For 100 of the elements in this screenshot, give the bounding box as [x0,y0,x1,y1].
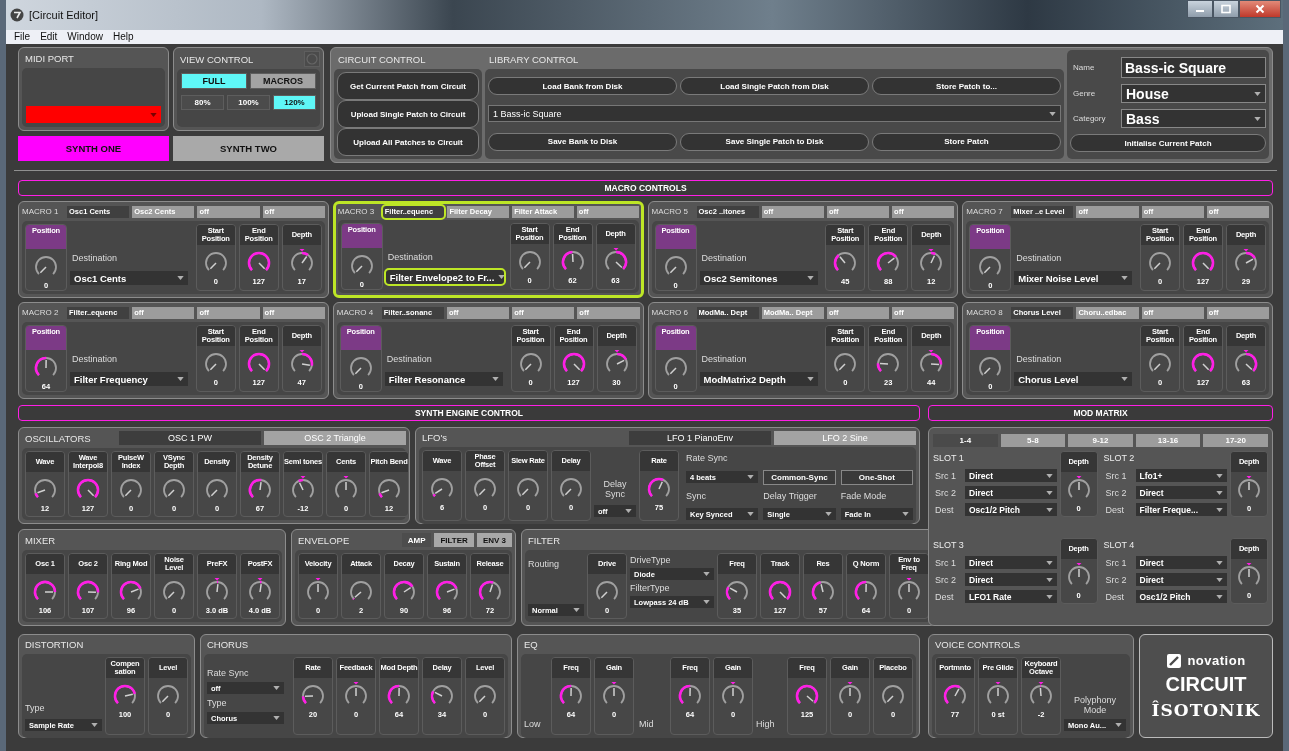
caret-icon [1121,377,1129,381]
caret-icon [703,572,710,576]
field-label: Src 1 [1104,557,1128,568]
synth-tab[interactable]: SYNTH TWO [173,136,324,161]
tab[interactable]: OSC 1 PW [119,431,261,445]
action-button[interactable]: Store Patch [872,132,1061,151]
menu-item[interactable]: Window [63,30,107,44]
maximize-button[interactable] [1213,0,1239,18]
dropdown[interactable]: Filter Resonance [384,372,503,386]
dropdown[interactable]: Osc2 Semitones [699,271,818,285]
action-button[interactable]: Save Single Patch to Disk [680,132,869,151]
app-icon [10,8,24,22]
caret-icon [1216,560,1223,565]
mode-button[interactable]: Common-Sync [763,469,836,485]
panel-title: MIDI PORT [24,52,75,66]
dropdown[interactable]: Direct [965,573,1057,586]
macro-title: MACRO 1 [22,207,60,216]
caret-icon [573,608,580,612]
caret-icon [1115,723,1122,727]
maker-name: ÎSOTONIK [1151,699,1261,720]
slot-title: SLOT 3 [933,539,965,550]
field-label: Destination [700,354,748,364]
menu-item[interactable]: File [10,30,35,44]
synth-tab[interactable]: SYNTH ONE [18,136,169,161]
minimize-button[interactable] [1187,0,1213,18]
action-button[interactable]: Upload Single Patch to Circuit [337,100,479,128]
action-button[interactable]: Store Patch to... [872,77,1061,96]
tab[interactable]: 1-4 [933,434,998,447]
toggle-button[interactable] [304,51,320,67]
field-label: Routing [528,559,561,569]
circle-icon [306,53,318,65]
field-label: Sync [686,491,707,501]
tab[interactable]: AMP [401,533,432,547]
caret-icon [177,377,184,381]
dropdown[interactable]: Direct [1135,556,1227,569]
dropdown[interactable]: Filter Freque... [1135,503,1227,516]
macro-title: MACRO 4 [336,308,375,317]
dropdown[interactable]: Direct [1135,573,1227,586]
close-button[interactable] [1239,0,1281,18]
field-label: Src 2 [934,574,957,585]
dropdown[interactable]: Filter Frequency [70,372,188,386]
field-label: Type [207,698,228,708]
dropdown[interactable]: Osc1 Cents [70,271,188,285]
action-button[interactable]: Upload All Patches to Circuit [337,128,479,156]
caret-icon [1045,473,1053,478]
dropdown[interactable]: Bass [1121,109,1266,128]
mode-button[interactable]: One-Shot [840,469,913,485]
field-label: FilterType [630,583,671,593]
zoom-button[interactable]: 120% [273,95,316,110]
dropdown[interactable]: Osc1/2 Pitch [1135,590,1227,603]
product-name: CIRCUIT [1165,672,1247,696]
caret-icon [1216,577,1223,582]
action-button[interactable]: Get Current Patch from Circuit [337,72,479,100]
field-label: Polyphony Mode [1073,695,1117,715]
tab[interactable]: FILTER [434,533,474,547]
dropdown[interactable]: 1 Bass-ic Square [488,105,1061,123]
menu-item[interactable]: Help [108,30,138,44]
field-label: Rate Sync [207,668,250,678]
zoom-button[interactable]: 80% [181,95,224,110]
dropdown[interactable]: ModMatrix2 Depth [699,372,818,386]
dropdown[interactable]: Direct [1135,486,1227,499]
dropdown[interactable]: Direct [965,556,1057,569]
caret-icon [806,276,814,280]
dropdown[interactable]: House [1121,84,1266,103]
dropdown[interactable]: Osc1/2 Pitch [965,503,1057,516]
dropdown[interactable]: Chorus Level [1014,372,1133,386]
dropdown[interactable]: Lfo1+ [1135,469,1227,482]
caret-icon [625,509,632,513]
field-label: Rate Sync [686,453,729,463]
field-label: High [756,719,776,731]
tab[interactable]: ENV 3 [476,533,512,547]
action-button[interactable]: Load Bank from Disk [488,77,677,96]
caret-icon [1254,91,1261,96]
view-mode-button[interactable]: FULL [181,73,247,89]
dropdown[interactable]: Direct [965,469,1057,482]
field-label: Src 1 [934,470,957,481]
action-button[interactable]: Load Single Patch from Disk [680,77,869,96]
action-button[interactable]: Initialise Current Patch [1070,134,1266,152]
macro-title: MACRO 2 [22,308,60,317]
close-icon [1255,4,1265,14]
action-button[interactable]: Save Bank to Disk [488,132,677,151]
dropdown[interactable]: LFO1 Rate [965,590,1057,603]
dropdown[interactable]: Filter Envelope2 to Fr... [385,270,504,284]
caret-icon [1216,594,1223,599]
tab[interactable]: LFO 1 PianoEnv [629,430,771,445]
caret-icon [1045,507,1053,512]
field-label: Src 1 [1104,470,1128,481]
dropdown[interactable]: Direct [965,486,1057,499]
panel-title: CHORUS [206,638,250,652]
dropdown[interactable]: Mixer Noise Level [1014,271,1133,285]
caret-icon [1216,507,1223,512]
field-label: Destination [386,252,434,262]
panel-title: OSCILLATORS [24,431,92,446]
caret-icon [177,276,184,280]
caret-icon [902,512,909,516]
field-label: Destination [71,253,119,263]
name-field[interactable]: Bass-ic Square [1121,57,1266,78]
menu-item[interactable]: Edit [36,30,62,44]
view-mode-button[interactable]: MACROS [250,73,316,89]
zoom-button[interactable]: 100% [227,95,270,110]
